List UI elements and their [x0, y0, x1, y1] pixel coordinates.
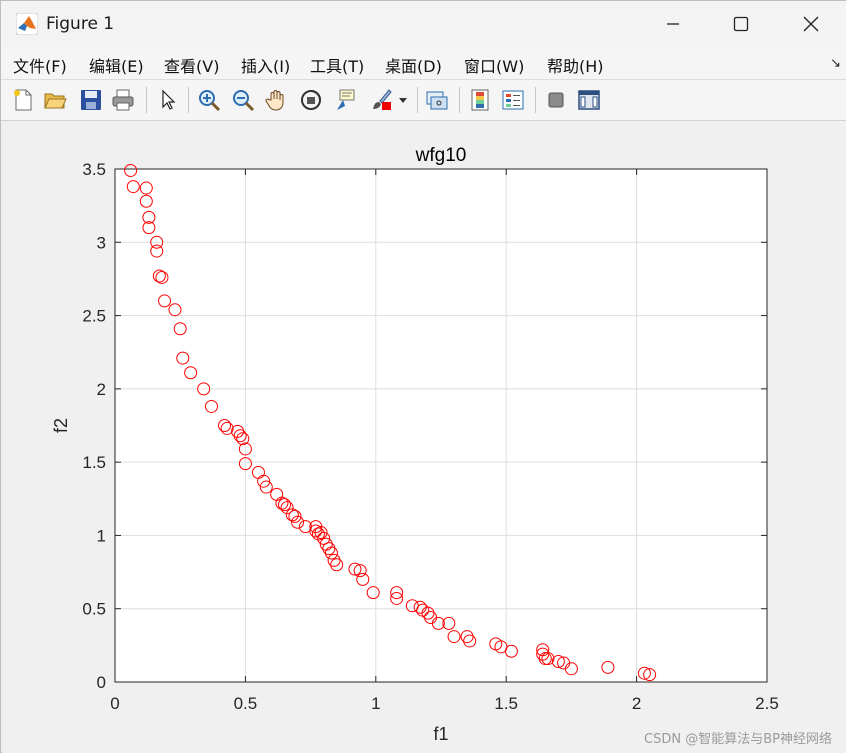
y-tick-label: 1.5 [82, 453, 106, 472]
window-title: Figure 1 [46, 14, 115, 34]
toolbar-separator [417, 87, 418, 113]
brush-dropdown-button[interactable] [395, 86, 411, 114]
maximize-icon [733, 16, 749, 32]
close-button[interactable] [783, 1, 839, 47]
zoom-in-icon [199, 90, 221, 112]
colorbar-icon [471, 89, 489, 111]
toolbar-separator [459, 87, 460, 113]
y-tick-label: 1 [97, 526, 106, 545]
open-file-button[interactable] [41, 86, 69, 114]
floppy-disk-icon [81, 90, 101, 110]
figure-toolbar [1, 80, 846, 121]
data-tip-icon [337, 89, 355, 110]
maximize-button[interactable] [713, 1, 769, 47]
insert-legend-button[interactable] [499, 86, 527, 114]
title-bar[interactable]: Figure 1 [1, 1, 846, 47]
x-tick-label: 0 [110, 694, 119, 713]
menu-tools[interactable]: 工具(T) [310, 53, 364, 77]
y-tick-label: 3 [97, 233, 106, 252]
zoom-in-button[interactable] [195, 86, 223, 114]
chart-title: wfg10 [415, 145, 467, 166]
toolbar-separator [146, 87, 147, 113]
x-tick-label: 0.5 [234, 694, 258, 713]
folder-open-icon [44, 93, 67, 109]
minimize-button[interactable] [645, 1, 701, 47]
menu-desktop[interactable]: 桌面(D) [385, 53, 442, 77]
y-tick-label: 3.5 [82, 160, 106, 179]
toolbar-separator [535, 87, 536, 113]
data-cursor-button[interactable] [331, 86, 359, 114]
print-button[interactable] [109, 86, 137, 114]
rotate-3d-icon [301, 90, 321, 110]
scatter-plot[interactable]: 0 0.5 1 1.5 2 2.5 0 0.5 1 1.5 2 2.5 3 3.5 wfg10 f1 f2 [2, 121, 846, 753]
insert-colorbar-button[interactable] [466, 86, 494, 114]
edit-plot-button[interactable] [154, 86, 182, 114]
brush-icon [373, 89, 392, 110]
menu-insert[interactable]: 插入(I) [241, 53, 290, 77]
show-plot-tools-button[interactable] [575, 86, 603, 114]
y-tick-label: 2.5 [82, 307, 106, 326]
zoom-out-icon [233, 90, 255, 112]
cursor-arrow-icon [162, 89, 176, 110]
dropdown-arrow-icon [399, 98, 407, 103]
dock-arrow-icon[interactable]: ↘ [830, 55, 841, 71]
brush-button[interactable] [367, 86, 395, 114]
menu-edit[interactable]: 编辑(E) [89, 53, 144, 77]
x-tick-label: 1 [371, 694, 380, 713]
menu-bar: 文件(F) 编辑(E) 查看(V) 插入(I) 工具(T) 桌面(D) 窗口(W… [1, 47, 846, 80]
save-button[interactable] [77, 86, 105, 114]
hide-plot-tools-icon [548, 92, 564, 108]
watermark-text: CSDN @智能算法与BP神经网络 [644, 732, 832, 747]
plot-area [115, 169, 767, 682]
pan-button[interactable] [263, 86, 291, 114]
menu-file[interactable]: 文件(F) [13, 53, 67, 77]
toolbar-separator [188, 87, 189, 113]
legend-icon [502, 90, 524, 110]
x-axis-label: f1 [433, 724, 448, 744]
show-plot-tools-icon [578, 90, 600, 110]
zoom-out-button[interactable] [229, 86, 257, 114]
x-tick-label: 2.5 [755, 694, 779, 713]
printer-icon [112, 89, 134, 111]
close-icon [803, 16, 819, 32]
figure-window: Figure 1 文件(F) 编辑(E) 查看(V) 插入(I) 工具(T) 桌… [0, 0, 846, 753]
figure-canvas[interactable]: 0 0.5 1 1.5 2 2.5 0 0.5 1 1.5 2 2.5 3 3.5 wfg10 f1 f2 CS… [2, 121, 846, 753]
x-tick-label: 2 [632, 694, 641, 713]
menu-view[interactable]: 查看(V) [164, 53, 219, 77]
matlab-logo-icon [16, 13, 38, 35]
menu-help[interactable]: 帮助(H) [547, 53, 604, 77]
new-file-icon [14, 89, 32, 111]
y-tick-label: 0.5 [82, 600, 106, 619]
link-plot-icon [426, 91, 448, 110]
x-tick-label: 1.5 [494, 694, 518, 713]
y-tick-label: 2 [97, 380, 106, 399]
y-tick-label: 0 [97, 673, 106, 692]
new-figure-button[interactable] [9, 86, 37, 114]
link-plot-button[interactable] [423, 86, 451, 114]
rotate-3d-button[interactable] [297, 86, 325, 114]
hand-icon [265, 90, 284, 111]
menu-window[interactable]: 窗口(W) [464, 53, 524, 77]
hide-plot-tools-button[interactable] [542, 86, 570, 114]
y-axis-label: f2 [51, 418, 71, 433]
minimize-icon [667, 23, 679, 25]
